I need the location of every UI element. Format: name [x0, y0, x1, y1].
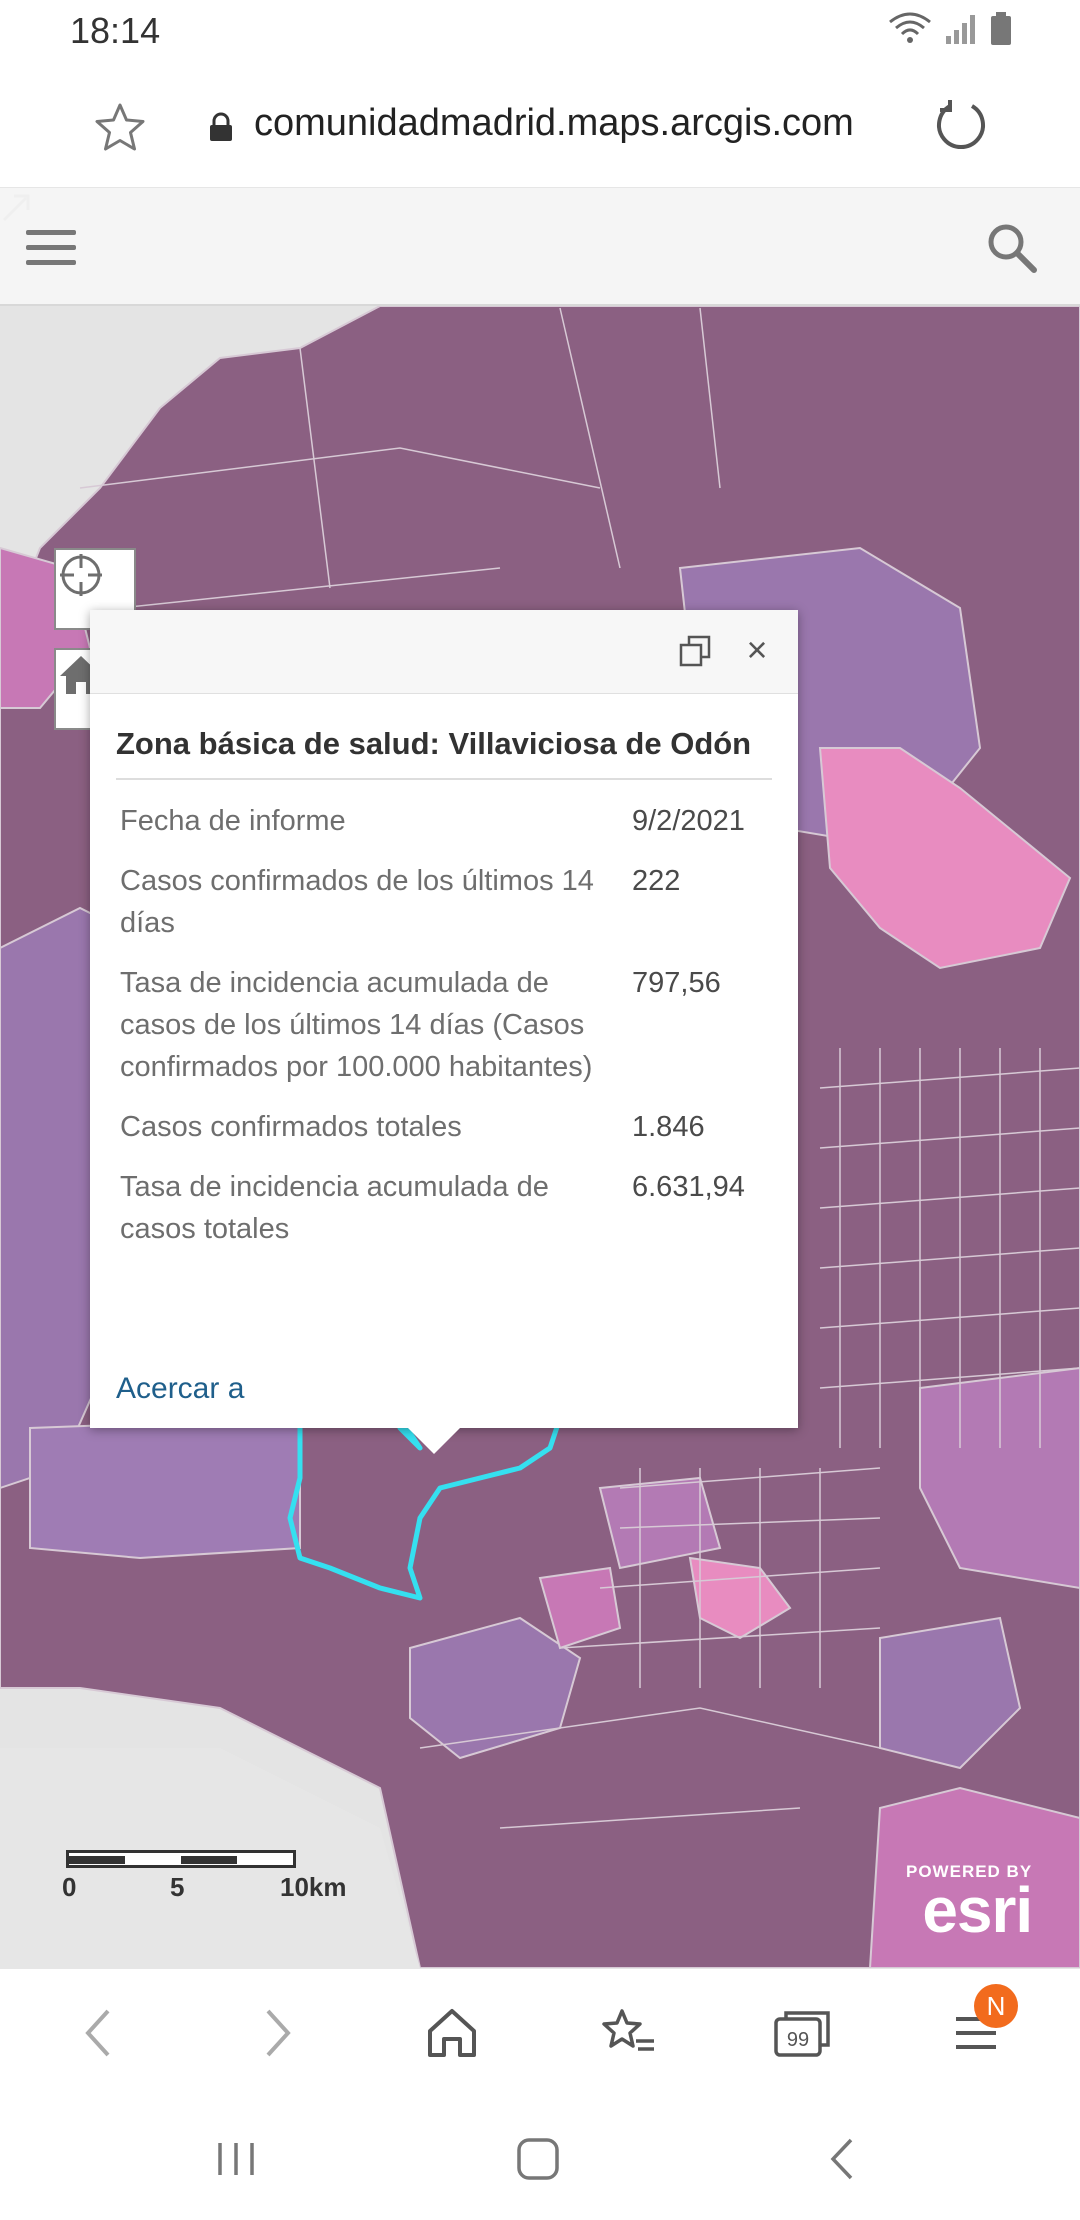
battery-icon — [991, 12, 1011, 45]
bookmark-star-icon[interactable] — [92, 100, 148, 156]
popup-pointer — [408, 1428, 460, 1454]
home-button[interactable] — [416, 1997, 488, 2069]
recent-apps-icon — [218, 2143, 254, 2175]
attr-value: 6.631,94 — [632, 1171, 745, 1203]
attr-label: Tasa de incidencia acumulada de casos de… — [120, 967, 593, 1083]
attr-value: 222 — [632, 865, 681, 897]
esri-wordmark: esri — [922, 1874, 1033, 1946]
scale-bar-graphic — [66, 1850, 296, 1868]
chevron-right-icon — [266, 2009, 291, 2057]
forward-button[interactable] — [242, 1997, 314, 2069]
lock-icon — [210, 112, 232, 141]
close-button[interactable]: × — [740, 632, 774, 670]
notification-badge: N — [974, 1984, 1018, 2028]
scale-label-5: 5 — [170, 1872, 185, 1902]
scalebar: 0 5 10km — [62, 1850, 347, 1902]
popup-divider — [116, 778, 772, 780]
zoom-to-link[interactable]: Acercar a — [116, 1372, 244, 1406]
attr-label: Fecha de informe — [120, 805, 346, 837]
attr-label: Tasa de incidencia acumulada de casos to… — [120, 1171, 549, 1245]
attr-row: Casos confirmados totales 1.846 — [120, 1106, 780, 1148]
tabs-icon: 99 — [774, 2011, 830, 2057]
url-text[interactable]: comunidadmadrid.maps.arcgis.com — [254, 102, 854, 145]
reload-icon[interactable] — [932, 96, 990, 154]
home-outline-icon — [428, 2009, 476, 2057]
attr-value: 797,56 — [632, 967, 721, 999]
search-icon[interactable] — [982, 218, 1040, 276]
back-button[interactable] — [62, 1997, 134, 2069]
signal-icon — [946, 15, 975, 44]
attr-value: 1.846 — [632, 1111, 705, 1143]
recent-apps-button[interactable] — [206, 2134, 266, 2184]
tabs-button[interactable]: 99 — [766, 1997, 838, 2069]
attr-label: Casos confirmados de los últimos 14 días — [120, 865, 594, 939]
attr-row: Fecha de informe 9/2/2021 — [120, 800, 780, 842]
system-navigation-bar — [0, 2098, 1080, 2220]
scale-label-0: 0 — [62, 1872, 77, 1902]
home-square-icon — [517, 2138, 559, 2180]
url-bar: comunidadmadrid.maps.arcgis.com — [0, 62, 1080, 188]
status-icons — [888, 12, 1012, 46]
system-home-button[interactable] — [508, 2134, 568, 2184]
attr-value: 9/2/2021 — [632, 805, 745, 837]
tabs-count: 99 — [787, 2029, 809, 2051]
esri-logo: POWERED BY esri — [906, 1862, 1033, 1946]
region-violet-sw — [29, 1416, 301, 1560]
status-bar: 18:14 — [0, 0, 1080, 62]
bookmarks-button[interactable] — [592, 1997, 664, 2069]
attribute-table: Fecha de informe 9/2/2021 Casos confirma… — [120, 800, 780, 1268]
dock-icon[interactable] — [678, 634, 712, 668]
popup-title: Zona básica de salud: Villaviciosa de Od… — [116, 726, 752, 761]
browser-bottom-bar: 99 — [0, 1968, 1080, 2098]
back-arrow-icon — [830, 2138, 853, 2180]
scale-labels: 0 5 10km — [62, 1868, 347, 1902]
menu-icon[interactable] — [24, 226, 78, 270]
app-header — [0, 188, 1080, 306]
bookmarks-star-list-icon — [602, 2009, 654, 2051]
wifi-icon — [889, 12, 931, 43]
attr-row: Tasa de incidencia acumulada de casos de… — [120, 962, 780, 1088]
system-back-button[interactable] — [812, 2134, 872, 2184]
screen: 18:14 comunidadmadrid.maps.arcgis.com 0 … — [0, 0, 1080, 2220]
locate-icon — [60, 554, 102, 596]
attr-label: Casos confirmados totales — [120, 1111, 462, 1143]
status-time: 18:14 — [70, 10, 161, 51]
attr-row: Casos confirmados de los últimos 14 días… — [120, 860, 780, 944]
scale-label-10km: 10km — [280, 1872, 347, 1902]
feature-popup: × Zona básica de salud: Villaviciosa de … — [90, 610, 798, 1428]
attr-row: Tasa de incidencia acumulada de casos to… — [120, 1166, 780, 1250]
popup-header: × — [90, 610, 798, 694]
chevron-left-icon — [85, 2009, 110, 2057]
